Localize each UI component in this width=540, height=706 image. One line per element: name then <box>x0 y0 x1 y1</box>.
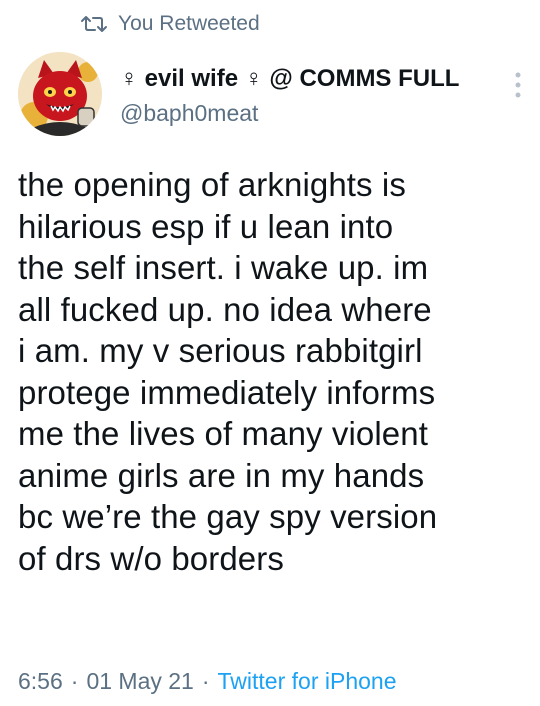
retweet-indicator: You Retweeted <box>80 10 260 38</box>
tweet-text: the opening of arknights is hilarious es… <box>18 166 438 577</box>
tweet-metadata: 6:56 · 01 May 21 · Twitter for iPhone <box>18 666 396 696</box>
meta-separator: · <box>201 668 210 694</box>
avatar[interactable] <box>18 52 102 136</box>
tweet-date[interactable]: 01 May 21 <box>86 668 193 694</box>
author-handle[interactable]: @baph0meat <box>120 97 459 129</box>
red-cat-demon-avatar <box>18 52 102 136</box>
more-vertical-icon <box>515 72 521 98</box>
tweet-time[interactable]: 6:56 <box>18 668 63 694</box>
retweet-label: You Retweeted <box>118 12 260 35</box>
tweet-header: ♀ evil wife ♀ @ COMMS FULL @baph0meat <box>18 52 528 148</box>
tweet-source-link[interactable]: Twitter for iPhone <box>218 668 397 694</box>
more-options-button[interactable] <box>510 70 526 100</box>
retweet-icon <box>81 16 107 32</box>
meta-separator: · <box>70 668 79 694</box>
author-display-name[interactable]: ♀ evil wife ♀ @ COMMS FULL <box>120 64 459 94</box>
